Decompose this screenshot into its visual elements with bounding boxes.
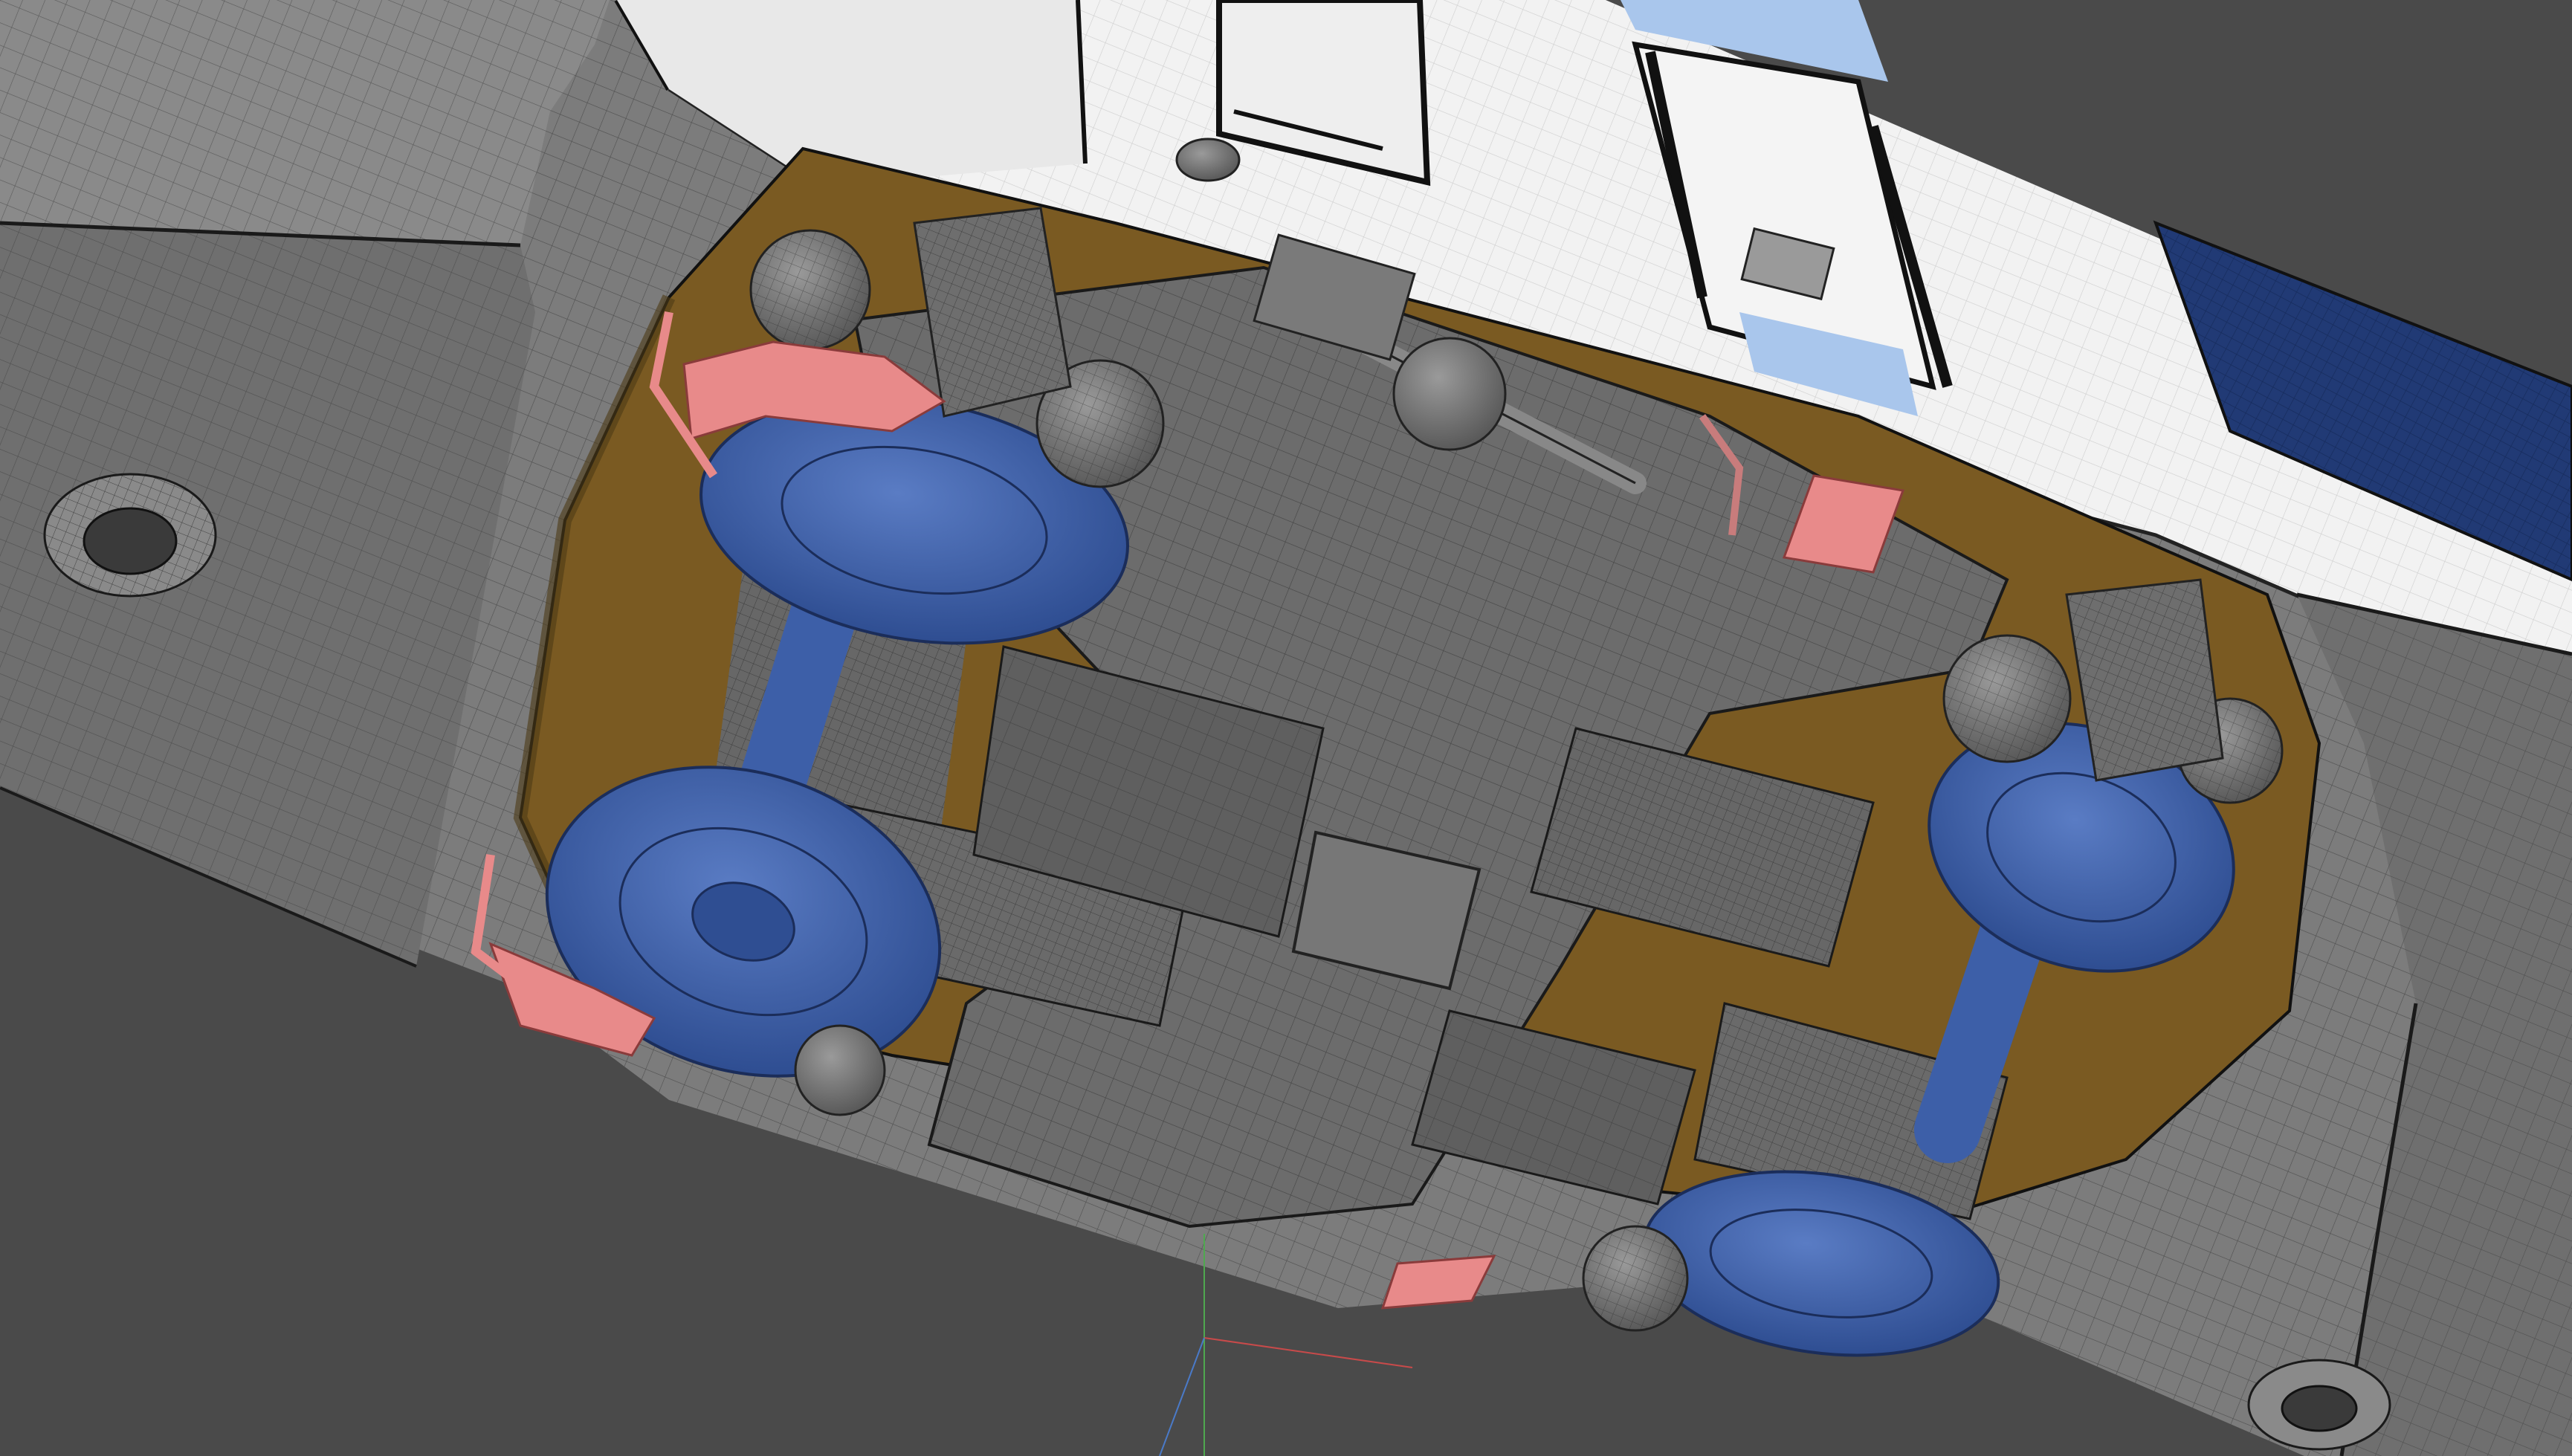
3d-viewport[interactable] — [0, 0, 2572, 1456]
viewport-canvas[interactable] — [0, 0, 2572, 1456]
vent-grille — [1175, 137, 1241, 182]
